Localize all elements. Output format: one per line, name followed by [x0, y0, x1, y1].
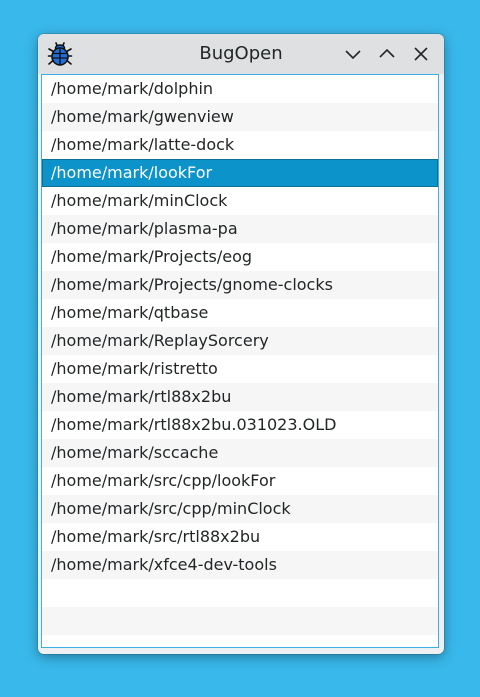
list-item[interactable]: /home/mark/plasma-pa [42, 215, 438, 243]
empty-list-row [42, 607, 438, 635]
list-item[interactable]: /home/mark/ristretto [42, 355, 438, 383]
list-item[interactable]: /home/mark/gwenview [42, 103, 438, 131]
empty-list-row [42, 635, 438, 647]
list-item[interactable]: /home/mark/minClock [42, 187, 438, 215]
list-item[interactable]: /home/mark/dolphin [42, 75, 438, 103]
list-item[interactable]: /home/mark/xfce4-dev-tools [42, 551, 438, 579]
bugopen-window: BugOpen /home/mark/dolphin/home/mark/gwe… [38, 34, 444, 654]
title-bar[interactable]: BugOpen [38, 34, 444, 74]
list-item[interactable]: /home/mark/src/cpp/minClock [42, 495, 438, 523]
list-item[interactable]: /home/mark/qtbase [42, 299, 438, 327]
maximize-icon[interactable] [376, 43, 398, 65]
list-item[interactable]: /home/mark/latte-dock [42, 131, 438, 159]
minimize-icon[interactable] [342, 43, 364, 65]
list-item[interactable]: /home/mark/rtl88x2bu.031023.OLD [42, 411, 438, 439]
list-item[interactable]: /home/mark/src/rtl88x2bu [42, 523, 438, 551]
list-item[interactable]: /home/mark/sccache [42, 439, 438, 467]
list-item[interactable]: /home/mark/Projects/eog [42, 243, 438, 271]
list-item[interactable]: /home/mark/src/cpp/lookFor [42, 467, 438, 495]
empty-list-row [42, 579, 438, 607]
list-item[interactable]: /home/mark/ReplaySorcery [42, 327, 438, 355]
directory-list[interactable]: /home/mark/dolphin/home/mark/gwenview/ho… [41, 74, 439, 648]
close-icon[interactable] [410, 43, 432, 65]
list-item[interactable]: /home/mark/lookFor [42, 159, 438, 187]
list-item[interactable]: /home/mark/Projects/gnome-clocks [42, 271, 438, 299]
list-item[interactable]: /home/mark/rtl88x2bu [42, 383, 438, 411]
